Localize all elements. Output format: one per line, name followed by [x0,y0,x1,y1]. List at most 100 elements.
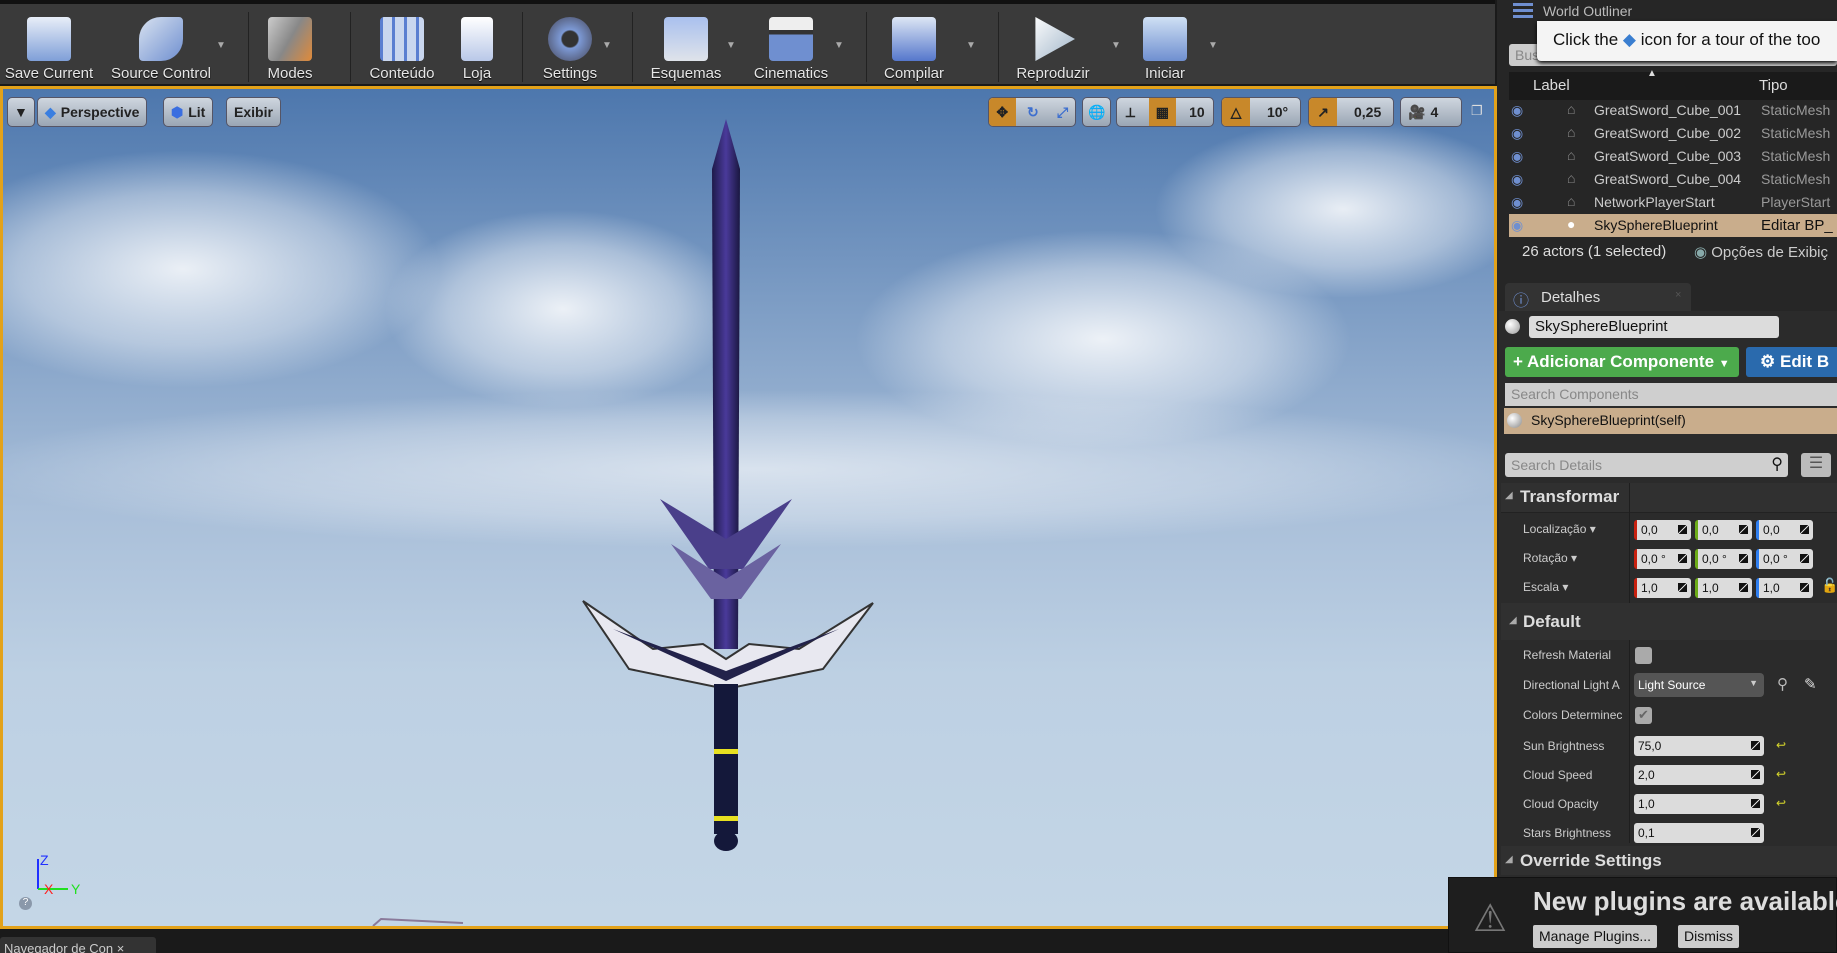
source-control-dropdown[interactable]: ▼ [216,40,226,51]
rotation-x-input[interactable]: 0,0 ° [1634,549,1691,569]
stars-brightness-input[interactable]: 0,1 [1634,823,1764,843]
spin-icon [1678,525,1687,534]
actor-type: StaticMesh [1761,148,1831,164]
source-control-button[interactable]: Source Control [106,10,216,82]
rotation-y-input[interactable]: 0,0 ° [1695,549,1752,569]
visibility-eye-icon[interactable]: ◉ [1511,125,1523,142]
refresh-material-checkbox[interactable] [1635,647,1652,664]
axis-y-label: Y [71,881,81,897]
player-start-icon: ⌂ [1567,193,1576,209]
lock-icon[interactable]: 🔓 [1821,577,1837,594]
cloud-speed-label: Cloud Speed [1523,768,1593,782]
visibility-eye-icon[interactable]: ◉ [1511,102,1523,119]
tooltip: Click the ◆ icon for a tour of the too [1537,21,1837,61]
settings-dropdown[interactable]: ▼ [602,40,612,51]
cloud-speed-input[interactable]: 2,0 [1634,765,1764,785]
launch-icon [1143,17,1187,61]
edit-blueprint-button[interactable]: ⚙ Edit B [1746,347,1837,377]
spin-icon [1739,554,1748,563]
location-label[interactable]: Localização ▾ [1523,522,1596,536]
outliner-row[interactable]: ◉ ⌂ GreatSword_Cube_003 StaticMesh [1509,145,1837,168]
column-label[interactable]: Label [1533,77,1570,94]
cloud-opacity-input[interactable]: 1,0 [1634,794,1764,814]
level-viewport[interactable]: ▼ ◆ Perspective ⬢ Lit Exibir ✥ ↻ ⤢ 🌐 ⟂ ▦ 1… [0,86,1497,929]
static-mesh-icon: ⌂ [1567,147,1576,163]
launch-dropdown[interactable]: ▼ [1208,40,1218,51]
content-button[interactable]: Conteúdo [362,10,442,82]
modes-button[interactable]: Modes [258,10,322,82]
build-icon [892,17,936,61]
build-dropdown[interactable]: ▼ [966,40,976,51]
outliner-row[interactable]: ◉ ⌂ GreatSword_Cube_004 StaticMesh [1509,168,1837,191]
help-icon[interactable]: ? [19,897,32,910]
spin-icon [1751,741,1760,750]
actor-name-input[interactable]: SkySphereBlueprint [1529,316,1779,338]
visibility-eye-icon[interactable]: ◉ [1511,171,1523,188]
build-button[interactable]: Compilar [876,10,952,82]
outliner-row[interactable]: ◉ ⌂ GreatSword_Cube_001 StaticMesh [1509,99,1837,122]
search-details-input[interactable]: Search Details ⚲ [1505,453,1788,477]
blueprints-button[interactable]: Esquemas [640,10,732,82]
location-x-input[interactable]: 0,0 [1634,520,1691,540]
property-matrix-button[interactable]: ☰ [1801,453,1831,477]
cinematics-dropdown[interactable]: ▼ [834,40,844,51]
section-default[interactable]: ◢ Default [1501,603,1837,640]
play-dropdown[interactable]: ▼ [1111,40,1121,51]
rotation-z-input[interactable]: 0,0 ° [1756,549,1813,569]
actor-type: PlayerStart [1761,194,1831,210]
save-icon [27,17,71,61]
search-components-input[interactable]: Search Components [1505,383,1837,406]
sword-mesh[interactable] [3,89,1494,926]
visibility-eye-icon[interactable]: ◉ [1511,148,1523,165]
scale-z-input[interactable]: 1,0 [1756,578,1813,598]
reset-to-default-icon[interactable]: ↩ [1776,738,1786,752]
directional-light-dropdown[interactable]: Light Source ▼ [1634,673,1764,697]
column-type[interactable]: Tipo [1759,77,1788,94]
component-self-row[interactable]: SkySphereBlueprint(self) [1504,408,1837,434]
view-options-button[interactable]: ◉ Opções de Exibiç [1694,243,1828,261]
location-y-input[interactable]: 0,0 [1695,520,1752,540]
scale-label[interactable]: Escala ▾ [1523,580,1568,594]
sphere-icon [1505,319,1520,334]
save-current-button[interactable]: Save Current [4,10,94,82]
location-z-input[interactable]: 0,0 [1756,520,1813,540]
tab-details[interactable]: ⓘ Detalhes × [1505,283,1691,311]
visibility-eye-icon[interactable]: ◉ [1511,217,1523,234]
manage-plugins-button[interactable]: Manage Plugins... [1533,925,1658,948]
static-mesh-icon: ⌂ [1567,124,1576,140]
dismiss-button[interactable]: Dismiss [1678,925,1739,948]
axis-x-label: X [44,881,54,897]
play-button[interactable]: Reproduzir [1008,10,1098,82]
rotation-label[interactable]: Rotação ▾ [1523,551,1577,565]
marketplace-icon [461,17,493,61]
sun-brightness-input[interactable]: 75,0 [1634,736,1764,756]
spin-icon [1800,554,1809,563]
blueprints-dropdown[interactable]: ▼ [726,40,736,51]
section-transform[interactable]: ◢ Transformar [1501,483,1837,513]
marketplace-button[interactable]: Loja [452,10,502,82]
colors-determined-checkbox[interactable]: ✔ [1635,707,1652,724]
scale-x-input[interactable]: 1,0 [1634,578,1691,598]
content-browser-tab[interactable]: Navegador de Con × [0,937,156,953]
reset-to-default-icon[interactable]: ↩ [1776,767,1786,781]
close-tab-icon[interactable]: × [1675,289,1681,301]
cinematics-button[interactable]: Cinematics [748,10,834,82]
outliner-row[interactable]: ◉ ● SkySphereBlueprint Editar BP_ [1509,214,1837,237]
outliner-row[interactable]: ◉ ⌂ GreatSword_Cube_002 StaticMesh [1509,122,1837,145]
outliner-row[interactable]: ◉ ⌂ NetworkPlayerStart PlayerStart [1509,191,1837,214]
sword-grip-band [714,816,738,821]
reset-to-default-icon[interactable]: ↩ [1776,796,1786,810]
eyedropper-icon[interactable]: ✎ [1804,675,1817,693]
refresh-material-label: Refresh Material [1523,648,1612,662]
add-component-button[interactable]: + Adicionar Componente ▼ [1505,347,1739,377]
section-override-settings[interactable]: ◢ Override Settings [1501,846,1837,875]
scale-y-input[interactable]: 1,0 [1695,578,1752,598]
chevron-down-icon: ▼ [1749,678,1758,688]
visibility-eye-icon[interactable]: ◉ [1511,194,1523,211]
settings-button[interactable]: Settings [530,10,610,82]
tab-world-outliner[interactable]: World Outliner [1543,3,1632,19]
actor-label: GreatSword_Cube_003 [1594,148,1742,164]
browse-icon[interactable]: ⚲ [1777,675,1788,693]
launch-button[interactable]: Iniciar [1130,10,1200,82]
cinematics-icon [769,17,813,61]
